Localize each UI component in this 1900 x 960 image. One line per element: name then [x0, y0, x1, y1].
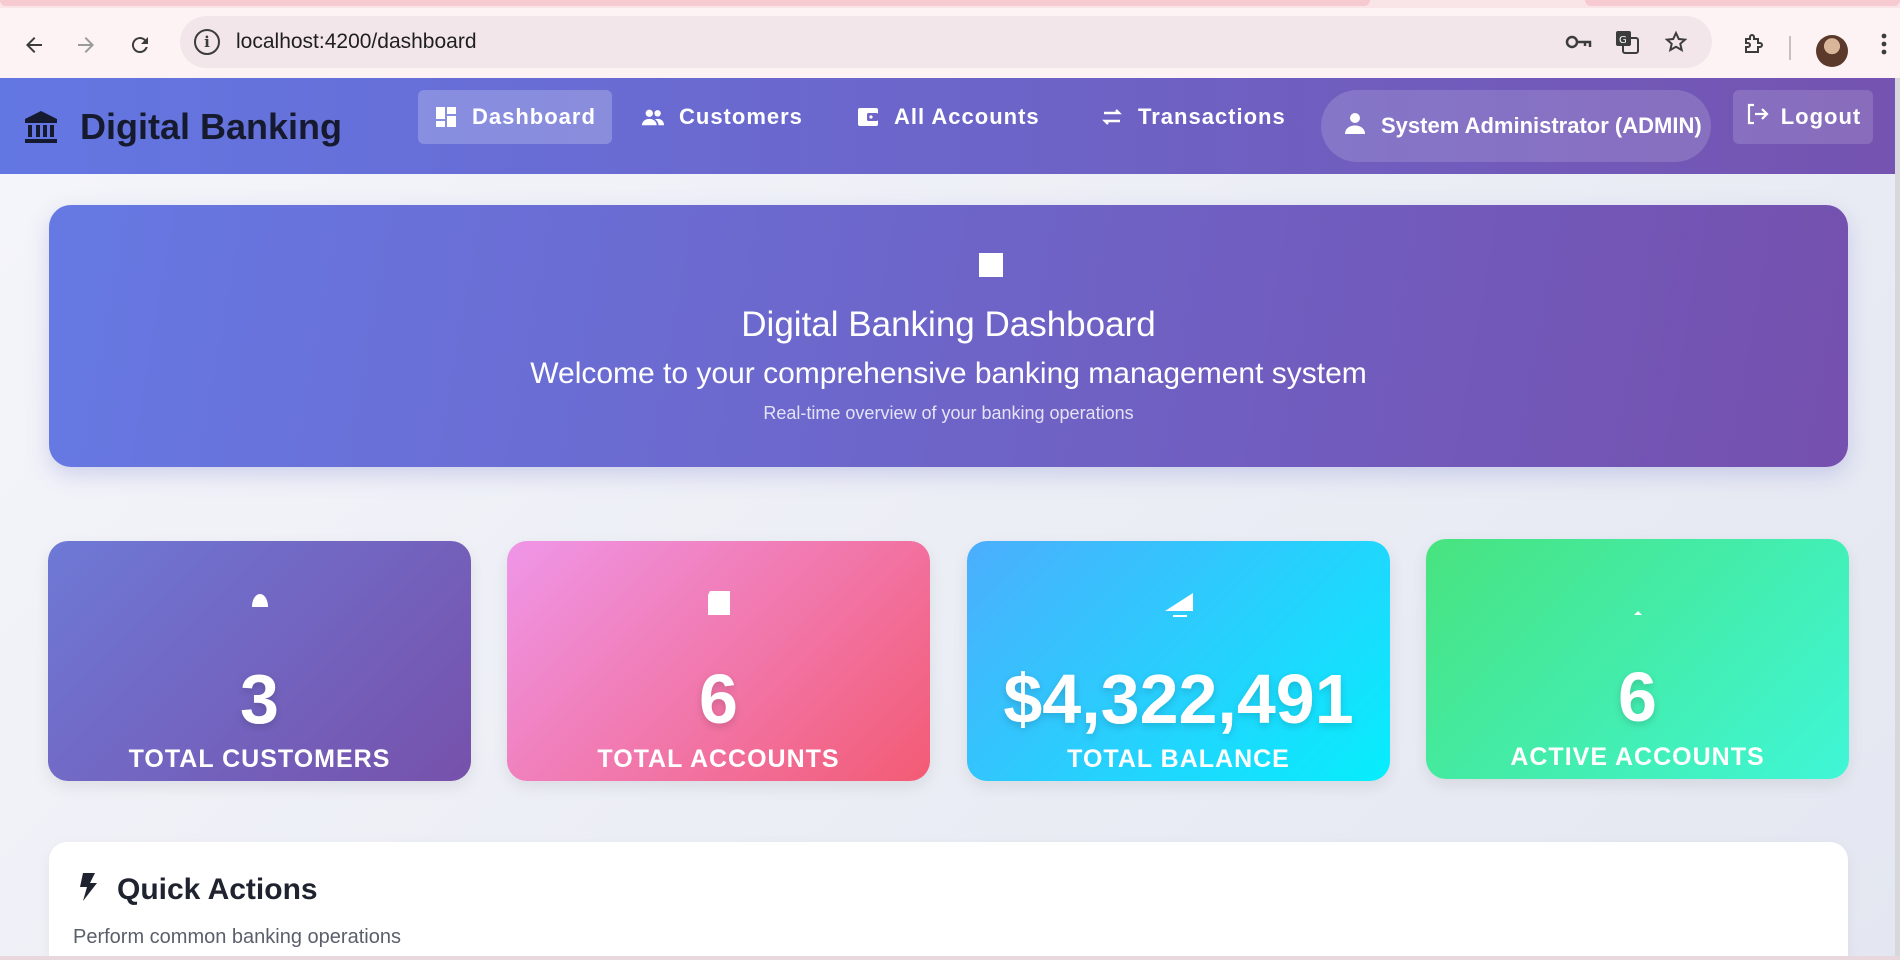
url-text[interactable]: localhost:4200/dashboard	[236, 30, 477, 54]
nav-all-accounts[interactable]: All Accounts	[840, 90, 1056, 144]
svg-text:G: G	[1619, 35, 1627, 46]
profile-avatar[interactable]	[1816, 35, 1848, 67]
quick-actions-card: Quick Actions Perform common banking ope…	[49, 842, 1848, 960]
site-info-icon[interactable]: i	[194, 29, 220, 55]
customer-icon	[250, 589, 270, 614]
browser-toolbar: i localhost:4200/dashboard G	[0, 8, 1900, 78]
stat-value: 6	[699, 660, 738, 738]
logout-button[interactable]: Logout	[1733, 90, 1873, 144]
main-content: Digital Banking Dashboard Welcome to you…	[0, 174, 1895, 960]
dashboard-icon	[434, 105, 458, 129]
user-badge[interactable]: System Administrator (ADMIN)	[1321, 90, 1711, 162]
browser-tab-new[interactable]	[1585, 0, 1900, 6]
app-header: Digital Banking Dashboard Customers All …	[0, 78, 1895, 174]
stat-label: TOTAL ACCOUNTS	[597, 745, 840, 773]
stat-value: 6	[1618, 658, 1657, 736]
stat-value: 3	[240, 660, 279, 738]
stat-label: TOTAL CUSTOMERS	[128, 745, 391, 773]
address-bar[interactable]: i localhost:4200/dashboard G	[180, 16, 1712, 68]
quick-actions-title: Quick Actions	[117, 872, 318, 906]
stat-label: ACTIVE ACCOUNTS	[1510, 743, 1765, 771]
browser-tab[interactable]	[0, 0, 1370, 6]
brand[interactable]: Digital Banking	[22, 106, 342, 148]
balance-icon	[1163, 589, 1195, 626]
hero-title: Digital Banking Dashboard	[741, 305, 1156, 344]
translate-icon[interactable]: G	[1612, 28, 1642, 56]
extensions-icon[interactable]	[1735, 26, 1771, 62]
brand-title: Digital Banking	[80, 106, 343, 147]
user-name: System Administrator (ADMIN)	[1381, 113, 1702, 138]
window-bottom-edge	[0, 956, 1900, 960]
swap-arrows-icon	[1100, 105, 1124, 129]
person-icon	[1343, 111, 1367, 141]
stat-card-active-accounts[interactable]: 6 ACTIVE ACCOUNTS	[1426, 539, 1849, 779]
quick-actions-header: Quick Actions	[77, 872, 318, 907]
lightning-icon	[77, 872, 99, 907]
nav-all-accounts-label: All Accounts	[894, 104, 1040, 129]
nav-transactions[interactable]: Transactions	[1084, 90, 1302, 144]
reload-icon[interactable]	[122, 27, 158, 63]
browser-tab-strip	[0, 0, 1900, 8]
stat-card-balance[interactable]: $4,322,491 TOTAL BALANCE	[967, 541, 1390, 781]
more-menu-icon[interactable]	[1872, 26, 1896, 62]
nav-customers-label: Customers	[679, 104, 803, 129]
toolbar-divider	[1789, 36, 1791, 60]
page-scrollbar[interactable]	[1895, 78, 1900, 956]
back-arrow-icon[interactable]	[16, 27, 52, 63]
forward-arrow-icon[interactable]	[68, 27, 104, 63]
logout-icon	[1745, 102, 1769, 132]
hero-banner: Digital Banking Dashboard Welcome to you…	[49, 205, 1848, 467]
bank-icon	[22, 109, 60, 145]
stat-card-accounts[interactable]: 6 TOTAL ACCOUNTS	[507, 541, 930, 781]
hero-square-icon	[979, 253, 1003, 277]
hero-subtitle: Welcome to your comprehensive banking ma…	[530, 357, 1367, 390]
nav-dashboard-label: Dashboard	[472, 104, 596, 129]
hero-note: Real-time overview of your banking opera…	[763, 403, 1134, 423]
stat-card-customers[interactable]: 3 TOTAL CUSTOMERS	[48, 541, 471, 781]
quick-actions-subtitle: Perform common banking operations	[73, 926, 401, 948]
account-icon	[706, 589, 732, 620]
logout-label: Logout	[1780, 104, 1862, 129]
nav-customers[interactable]: Customers	[625, 90, 819, 144]
wallet-icon	[856, 105, 880, 129]
stat-label: TOTAL BALANCE	[1067, 745, 1290, 773]
password-key-icon[interactable]	[1564, 28, 1594, 56]
people-icon	[641, 105, 665, 129]
active-icon	[1633, 587, 1643, 622]
nav-transactions-label: Transactions	[1138, 104, 1286, 129]
stat-value: $4,322,491	[1003, 660, 1354, 738]
bookmark-star-icon[interactable]	[1661, 28, 1691, 56]
nav-dashboard[interactable]: Dashboard	[418, 90, 612, 144]
